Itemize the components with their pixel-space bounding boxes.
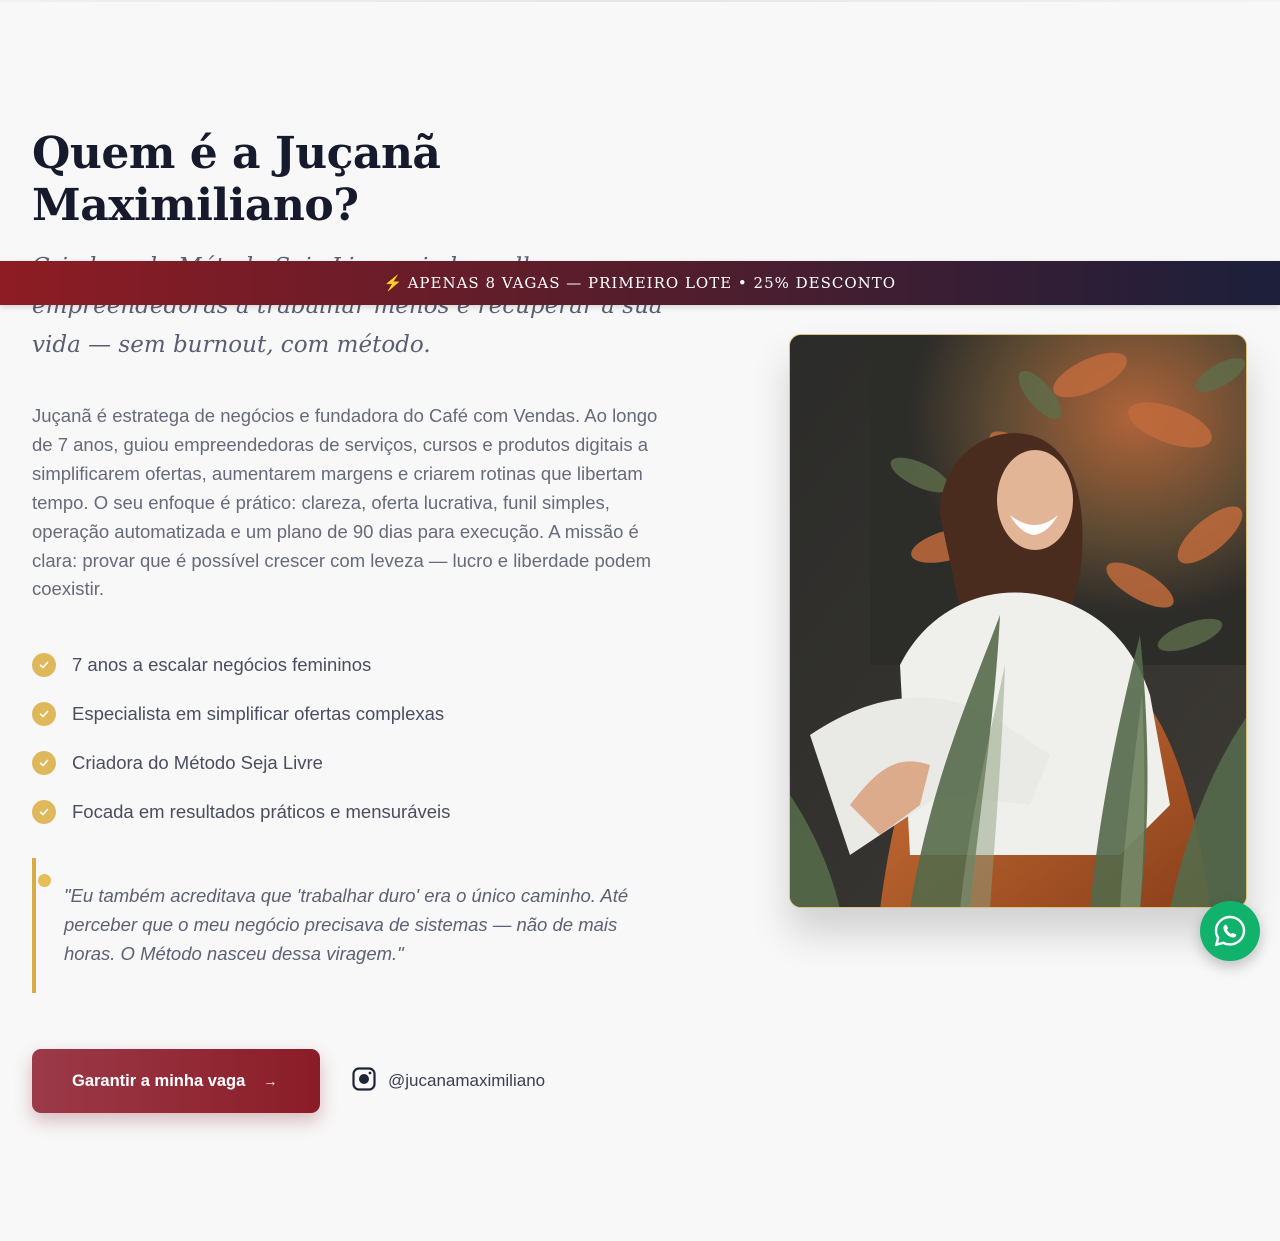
credential-item: Especialista em simplificar ofertas comp… [32, 689, 682, 738]
cta-label: Garantir a minha vaga [72, 1071, 246, 1090]
credentials-list: 7 anos a escalar negócios femininos Espe… [32, 640, 682, 836]
top-divider [0, 0, 1280, 2]
check-circle-icon [32, 750, 56, 775]
bio-paragraph: Juçanã é estratega de negócios e fundado… [32, 405, 658, 600]
instagram-handle: @jucanamaximiliano [388, 1071, 546, 1090]
section-title: Quem é a Juçanã Maximiliano? [32, 128, 441, 231]
whatsapp-icon [1214, 915, 1246, 947]
scarcity-banner: ⚡ APENAS 8 VAGAS — PRIMEIRO LOTE • 25% D… [0, 261, 1280, 305]
whatsapp-button[interactable] [1200, 901, 1260, 961]
credential-item: Criadora do Método Seja Livre [32, 738, 682, 787]
secure-spot-button[interactable]: Garantir a minha vaga → [32, 1049, 320, 1113]
credential-item: Focada em resultados práticos e mensuráv… [32, 787, 682, 836]
credential-text: 7 anos a escalar negócios femininos [72, 653, 372, 675]
lightning-icon: ⚡ [383, 274, 404, 292]
check-circle-icon [32, 799, 56, 824]
credential-text: Criadora do Método Seja Livre [72, 751, 323, 773]
instagram-icon [352, 1066, 376, 1096]
credential-text: Especialista em simplificar ofertas comp… [72, 702, 445, 724]
quote-dot [38, 874, 51, 887]
founder-photo [789, 334, 1247, 908]
arrow-right-icon: → [263, 1073, 278, 1089]
credential-text: Focada em resultados práticos e mensuráv… [72, 800, 451, 822]
credential-item: 7 anos a escalar negócios femininos [32, 640, 682, 689]
instagram-link[interactable]: @jucanamaximiliano [352, 1066, 546, 1096]
banner-text: APENAS 8 VAGAS — PRIMEIRO LOTE • 25% DES… [407, 274, 897, 292]
quote-text: "Eu também acreditava que 'trabalhar dur… [64, 885, 629, 964]
check-circle-icon [32, 701, 56, 726]
founder-quote: "Eu também acreditava que 'trabalhar dur… [32, 858, 672, 993]
check-circle-icon [32, 652, 56, 677]
